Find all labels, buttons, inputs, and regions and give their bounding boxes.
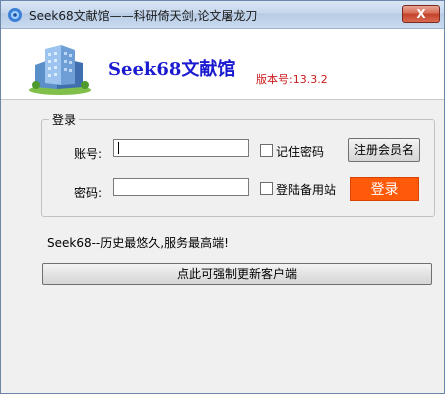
building-logo-icon — [29, 45, 91, 95]
header-banner: Seek68文献馆 版本号:13.3.2 — [1, 29, 444, 100]
text-caret — [118, 142, 119, 154]
password-input[interactable] — [113, 178, 249, 196]
remember-password-checkbox[interactable] — [260, 144, 273, 157]
window-title: Seek68文献馆——科研倚天剑,论文屠龙刀 — [29, 9, 258, 23]
login-button[interactable]: 登录 — [350, 177, 419, 201]
password-label: 密码: — [74, 186, 103, 200]
close-button[interactable]: X — [402, 5, 440, 23]
backup-site-checkbox[interactable] — [260, 182, 273, 195]
account-input[interactable] — [113, 139, 249, 157]
backup-site-label: 登陆备用站 — [276, 183, 337, 197]
force-update-button[interactable]: 点此可强制更新客户端 — [42, 263, 432, 285]
remember-password-label: 记住密码 — [276, 145, 325, 159]
app-window: Seek68文献馆——科研倚天剑,论文屠龙刀 X Seek68文献馆 版本号:1… — [0, 0, 445, 394]
slogan-text: Seek68--历史最悠久,服务最高端! — [47, 236, 229, 250]
title-bar: Seek68文献馆——科研倚天剑,论文屠龙刀 X — [1, 1, 444, 29]
register-button[interactable]: 注册会员名 — [348, 138, 420, 162]
login-group — [41, 119, 435, 217]
version-label: 版本号:13.3.2 — [256, 73, 328, 86]
app-icon — [8, 8, 22, 22]
brand-title: Seek68文献馆 — [108, 59, 236, 80]
login-group-label: 登录 — [49, 111, 80, 128]
account-label: 账号: — [74, 147, 103, 161]
